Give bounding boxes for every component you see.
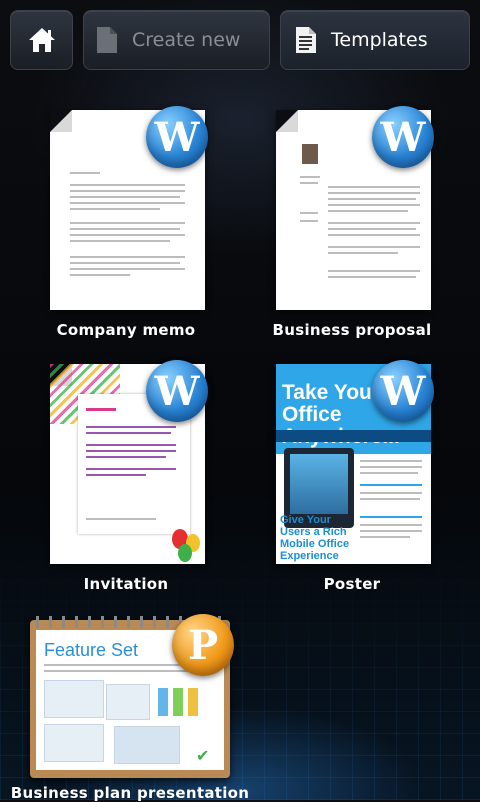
poster-nav-bar xyxy=(276,430,431,442)
word-badge-icon: W xyxy=(372,360,434,422)
top-toolbar: Create new Templates xyxy=(0,0,480,80)
company-memo-label: Company memo xyxy=(56,321,196,339)
slide-screenshot-1 xyxy=(106,684,150,720)
word-badge-icon: W xyxy=(146,360,208,422)
slide-textbox-1 xyxy=(44,680,104,718)
business-plan-presentation-label: Business plan presentation xyxy=(10,784,250,802)
poster-device-screen xyxy=(290,454,348,514)
portrait-photo xyxy=(302,144,318,164)
template-poster[interactable]: Take Your Office Anywhere... Give Your U… xyxy=(252,360,434,599)
poster-label: Poster xyxy=(323,575,381,593)
powerpoint-badge-icon: P xyxy=(172,614,234,676)
templates-label: Templates xyxy=(331,29,428,51)
slide-screenshot-2 xyxy=(114,726,180,764)
template-business-proposal[interactable]: W Business proposal xyxy=(252,106,434,345)
checkmark-icon: ✔ xyxy=(196,746,210,765)
template-company-memo[interactable]: W Company memo xyxy=(26,106,208,345)
poster-subline: Give Your Users a Rich Mobile Office Exp… xyxy=(280,514,350,562)
home-button[interactable] xyxy=(10,10,73,70)
create-new-button[interactable]: Create new xyxy=(83,10,270,70)
word-badge-icon: W xyxy=(146,106,208,168)
word-badge-icon: W xyxy=(372,106,434,168)
invitation-label: Invitation xyxy=(83,575,169,593)
slide-bar-chart xyxy=(158,688,208,716)
balloon-green xyxy=(178,544,192,562)
templates-button[interactable]: Templates xyxy=(280,10,470,70)
template-invitation[interactable]: W Invitation xyxy=(26,360,208,599)
slide-textbox-2 xyxy=(44,724,104,762)
document-icon xyxy=(97,27,117,53)
business-proposal-label: Business proposal xyxy=(272,321,432,339)
slide-title: Feature Set xyxy=(44,640,139,660)
create-new-label: Create new xyxy=(132,29,241,51)
home-icon xyxy=(28,28,55,52)
templates-icon xyxy=(296,27,316,53)
